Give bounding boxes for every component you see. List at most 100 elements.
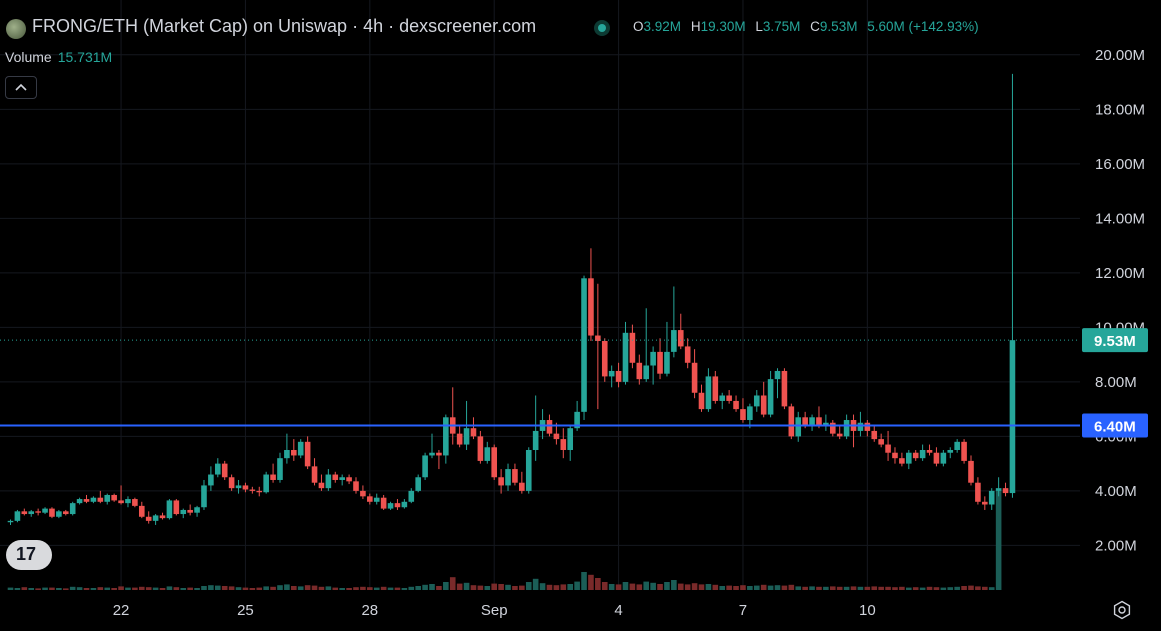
volume-bar: [145, 587, 152, 590]
candle-body: [401, 501, 408, 508]
volume-bar: [97, 587, 104, 590]
candle-body: [643, 365, 650, 380]
volume-bar: [747, 586, 753, 590]
y-tick-label: 4.00M: [1095, 483, 1137, 500]
tradingview-logo-text: 17: [16, 544, 37, 564]
candle-body: [753, 395, 760, 407]
volume-bar: [802, 586, 808, 590]
candle-body: [297, 441, 304, 456]
volume-bar: [242, 587, 249, 590]
volume-bar: [498, 584, 504, 590]
volume-bar: [871, 586, 878, 590]
volume-bar: [760, 584, 767, 590]
candle-body: [525, 450, 532, 491]
price-axis: 2.00M4.00M6.00M8.00M10.00M12.00M14.00M16…: [1095, 47, 1145, 555]
candle-body: [242, 485, 249, 490]
last-price-tag: 9.53M: [1094, 333, 1136, 350]
volume-bar: [297, 586, 304, 590]
candle-body: [982, 501, 988, 505]
volume-bar: [857, 586, 864, 590]
y-tick-label: 8.00M: [1095, 374, 1137, 391]
volume-bars: [7, 490, 1002, 590]
candle-body: [954, 441, 960, 450]
candle-body: [201, 485, 207, 508]
volume-bar: [463, 582, 470, 590]
volume-bar: [581, 572, 587, 590]
volume-bar: [62, 588, 69, 590]
candle-body: [747, 406, 753, 421]
candle-body: [857, 422, 864, 431]
volume-bar: [69, 586, 76, 590]
volume-bar: [367, 587, 373, 590]
candle-body: [463, 428, 470, 445]
candle-body: [477, 436, 484, 461]
collapse-legend-button[interactable]: [5, 76, 37, 99]
volume-bar: [781, 585, 788, 590]
volume-bar: [187, 587, 193, 590]
ohlc-legend: O3.92M H19.30M L3.75M C9.53M 5.60M (+142…: [633, 19, 985, 34]
volume-legend: Volume 15.731M: [5, 49, 112, 65]
candle-body: [809, 417, 815, 426]
volume-bar: [892, 587, 898, 590]
volume-bar: [28, 588, 35, 590]
volume-bar: [560, 584, 567, 590]
candlestick-chart[interactable]: 2.00M4.00M6.00M8.00M10.00M12.00M14.00M16…: [0, 0, 1161, 631]
candle-body: [28, 511, 35, 515]
volume-bar: [588, 574, 594, 590]
candle-body: [899, 458, 905, 464]
x-tick-label: 4: [614, 602, 622, 619]
high-value: 19.30M: [700, 19, 746, 34]
volume-bar: [684, 584, 691, 590]
tradingview-logo-icon[interactable]: 17: [6, 540, 52, 570]
candle-body: [14, 511, 21, 521]
market-status-icon[interactable]: [594, 20, 610, 36]
volume-bar: [677, 583, 684, 590]
volume-bar: [346, 588, 352, 590]
volume-bar: [49, 587, 55, 590]
horizontal-line-tag: 6.40M: [1094, 418, 1136, 435]
candle-body: [1002, 488, 1009, 494]
candle-body: [346, 477, 352, 482]
candle-body: [947, 450, 954, 453]
candle-body: [608, 370, 615, 377]
y-tick-label: 14.00M: [1095, 210, 1145, 227]
candle-body: [56, 511, 62, 517]
volume-bar: [422, 584, 428, 590]
candle-body: [740, 409, 746, 421]
volume-bar: [291, 586, 297, 590]
candle-body: [104, 494, 111, 502]
candle-body: [304, 441, 311, 467]
volume-label: Volume: [5, 49, 52, 65]
volume-bar: [546, 584, 553, 590]
volume-bar: [823, 586, 829, 590]
volume-bar: [595, 578, 601, 590]
candle-body: [926, 450, 933, 453]
candle-body: [284, 450, 290, 459]
volume-bar: [512, 586, 518, 590]
candle-body: [208, 474, 214, 486]
candle-body: [892, 452, 898, 459]
candle-body: [912, 452, 919, 459]
volume-bar: [864, 586, 871, 590]
candle-body: [270, 474, 276, 480]
candle-body: [263, 474, 269, 493]
volume-bar: [125, 587, 131, 590]
volume-bar: [353, 587, 359, 590]
volume-bar: [76, 587, 83, 590]
volume-bar: [484, 586, 491, 590]
volume-bar: [249, 588, 256, 590]
candle-body: [864, 422, 871, 431]
candle-body: [698, 392, 705, 410]
volume-bar: [836, 586, 843, 590]
candle-body: [622, 332, 629, 382]
volume-bar: [21, 587, 28, 590]
volume-value: 15.731M: [57, 49, 113, 65]
gear-icon[interactable]: [1112, 600, 1132, 620]
volume-bar: [671, 580, 677, 590]
volume-bar: [809, 586, 815, 590]
candle-body: [332, 474, 339, 480]
candle-body: [878, 439, 884, 445]
volume-bar: [919, 587, 926, 590]
time-axis: 22 25 28 Sep 4 7 10: [113, 602, 876, 619]
volume-bar: [56, 588, 62, 590]
